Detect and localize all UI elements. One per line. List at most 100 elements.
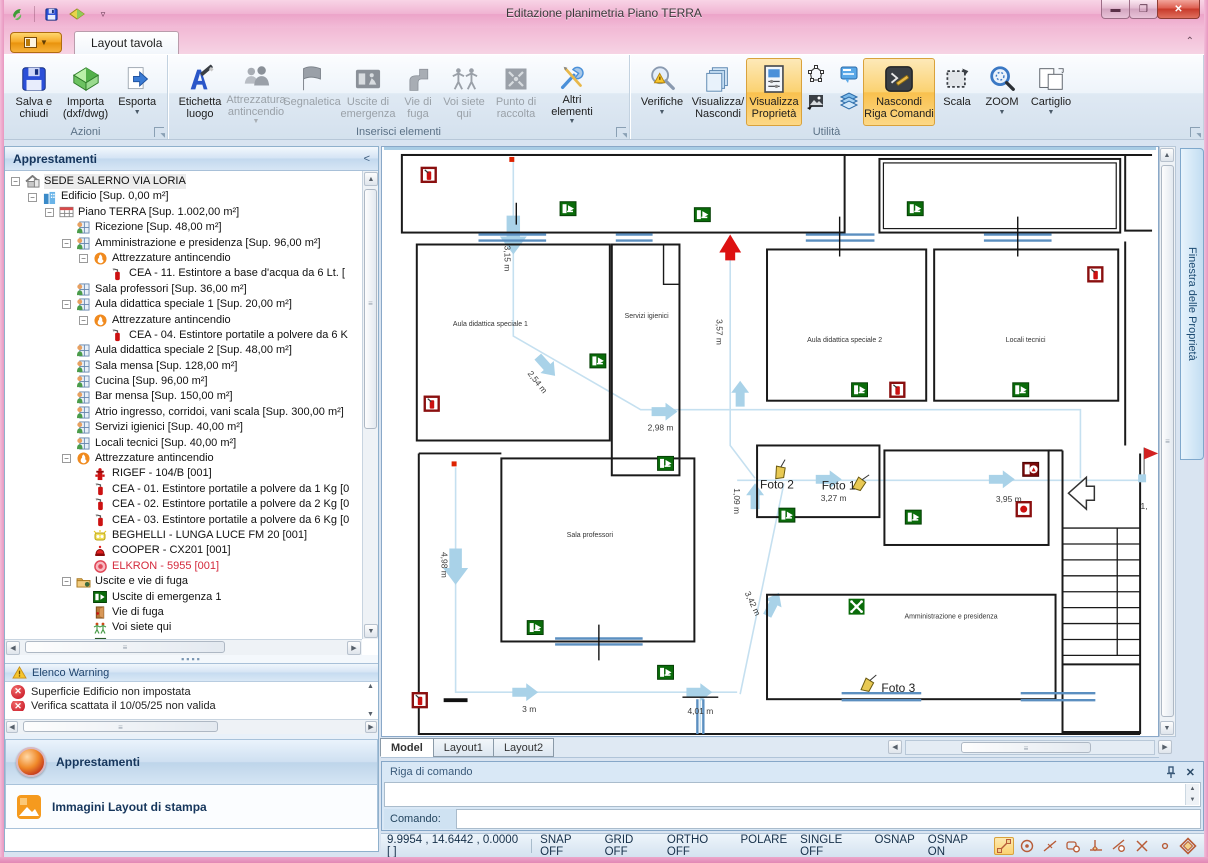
tree-item[interactable]: Voi siete qui <box>5 620 362 635</box>
scroll-up-icon[interactable]: ▲ <box>364 172 378 186</box>
tree-item[interactable]: RIGEF - 104/B [001] <box>5 466 362 481</box>
osnap-nearest-icon[interactable] <box>1040 837 1060 855</box>
tree-item[interactable]: Aula didattica speciale 2 [Sup. 48,00 m²… <box>5 343 362 358</box>
tree-item[interactable]: Locali tecnici [Sup. 40,00 m²] <box>5 436 362 451</box>
tree-item[interactable]: −Attrezzature antincendio <box>5 451 362 466</box>
scrollbar-thumb[interactable]: ≡ <box>23 721 218 732</box>
osnap-tangent-icon[interactable] <box>1109 837 1129 855</box>
scroll-left-icon[interactable]: ◀ <box>6 721 18 733</box>
dialog-launcher-icon[interactable] <box>154 127 164 137</box>
tab-layout-tavola[interactable]: Layout tavola <box>74 31 179 54</box>
nav-immagini-layout-button[interactable]: Immagini Layout di stampa <box>5 784 378 829</box>
warning-header[interactable]: Elenco Warning <box>5 663 378 682</box>
application-menu-button[interactable]: ▼ <box>10 32 62 53</box>
tree-item[interactable]: −Edificio [Sup. 0,00 m²] <box>5 189 362 204</box>
tree-item[interactable]: COOPER - CX201 [001] <box>5 543 362 558</box>
tree-item[interactable]: −Attrezzature antincendio <box>5 251 362 266</box>
properties-window-tab[interactable]: Finestra delle Proprietà <box>1180 148 1204 460</box>
scrollbar-thumb[interactable]: ≡ <box>961 742 1091 753</box>
tree-item[interactable]: −Attrezzature antincendio <box>5 313 362 328</box>
tree-expander[interactable]: − <box>79 316 88 325</box>
osnap-quadrant-icon[interactable] <box>1178 837 1198 855</box>
tree-expander[interactable]: − <box>62 239 71 248</box>
scroll-right-icon[interactable]: ▶ <box>1158 740 1172 754</box>
punto-di-raccolta-button[interactable]: Punto di raccolta <box>488 58 544 126</box>
cartiglio-button[interactable]: Cartiglio ▼ <box>1025 58 1077 126</box>
tree-item[interactable]: Servizi igienici [Sup. 40,00 m²] <box>5 420 362 435</box>
tree-item[interactable]: CEA - 03. Estintore portatile a polvere … <box>5 513 362 528</box>
tree-expander[interactable]: − <box>62 300 71 309</box>
toggle-osnap-on[interactable]: OSNAP ON <box>928 834 982 858</box>
uscite-emergenza-button[interactable]: Uscite di emergenza <box>340 58 396 126</box>
scroll-down-icon[interactable]: ▼ <box>364 624 378 638</box>
image-capture-button[interactable] <box>804 89 828 113</box>
drawing-canvas[interactable]: Aula didattica speciale 1Servizi igienic… <box>381 146 1159 737</box>
polygon-select-button[interactable] <box>804 62 828 86</box>
nav-apprestamenti-button[interactable]: Apprestamenti <box>5 739 378 784</box>
tab-model[interactable]: Model <box>380 738 434 757</box>
tree-item[interactable]: Sala professori [Sup. 36,00 m²] <box>5 282 362 297</box>
scroll-left-icon[interactable]: ◀ <box>888 740 902 754</box>
toggle-single-off[interactable]: SINGLE OFF <box>800 834 861 858</box>
tree-expander[interactable]: − <box>62 454 71 463</box>
scroll-up-icon[interactable]: ▲ <box>1160 148 1174 162</box>
scrollbar-thumb[interactable]: ≡ <box>25 641 225 653</box>
visualizza-nascondi-button[interactable]: Visualizza/ Nascondi <box>690 58 746 126</box>
salva-e-chiudi-button[interactable]: Salva e chiudi <box>8 58 60 126</box>
tab-layout1[interactable]: Layout1 <box>433 738 494 757</box>
tree-item[interactable]: Ricezione [Sup. 48,00 m²] <box>5 220 362 235</box>
tree-item[interactable]: Uscite di emergenza 1 <box>5 590 362 605</box>
segnaletica-button[interactable]: Segnaletica <box>284 58 340 126</box>
nascondi-riga-comandi-button[interactable]: Nascondi Riga Comandi <box>863 58 935 126</box>
tree-item[interactable]: −Aula didattica speciale 1 [Sup. 20,00 m… <box>5 297 362 312</box>
tree-item[interactable]: Atrio ingresso, corridoi, vani scala [Su… <box>5 405 362 420</box>
tree-item[interactable]: ELKRON - 5955 [001] <box>5 559 362 574</box>
tree-item[interactable]: Bar mensa [Sup. 150,00 m²] <box>5 389 362 404</box>
toggle-grid-off[interactable]: GRID OFF <box>605 834 654 858</box>
command-input[interactable] <box>456 809 1201 829</box>
tree-item[interactable]: CEA - 04. Estintore portatile a polvere … <box>5 328 362 343</box>
voi-siete-qui-button[interactable]: Voi siete qui <box>440 58 488 126</box>
osnap-intersection-icon[interactable] <box>1132 837 1152 855</box>
tree-item[interactable]: Vie di fuga <box>5 605 362 620</box>
warning-item[interactable]: ✕Verifica scattata il 10/05/25 non valid… <box>5 701 378 711</box>
esporta-button[interactable]: Esporta ▼ <box>111 58 163 126</box>
tree-item[interactable]: −SEDE SALERNO VIA LORIA <box>5 174 362 189</box>
importa-button[interactable]: Importa (dxf/dwg) <box>60 58 112 126</box>
toggle-ortho-off[interactable]: ORTHO OFF <box>667 834 728 858</box>
tree-item[interactable]: −Amministrazione e presidenza [Sup. 96,0… <box>5 236 362 251</box>
tree-expander[interactable]: − <box>28 193 37 202</box>
tab-layout2[interactable]: Layout2 <box>493 738 554 757</box>
tree-expander[interactable]: − <box>45 208 54 217</box>
attrezzatura-antincendio-button[interactable]: Attrezzatura antincendio ▼ <box>228 58 284 126</box>
tree-item[interactable]: −Piano TERRA [Sup. 1.002,00 m²] <box>5 205 362 220</box>
osnap-endpoint-icon[interactable] <box>994 837 1014 855</box>
close-button[interactable]: ✕ <box>1157 0 1200 19</box>
tree-expander[interactable]: − <box>62 577 71 586</box>
tree-expander[interactable]: − <box>79 254 88 263</box>
close-icon[interactable]: ✕ <box>1186 766 1195 779</box>
tree-vertical-scrollbar[interactable]: ▲ ≡ ▼ <box>362 171 378 639</box>
tree-item[interactable]: CEA - 02. Estintore portatile a polvere … <box>5 497 362 512</box>
warning-horizontal-scrollbar[interactable]: ◀ ≡ ▶ <box>5 719 378 734</box>
scala-button[interactable]: Scala <box>935 58 979 126</box>
tree-item[interactable]: CEA - 01. Estintore portatile a polvere … <box>5 482 362 497</box>
altri-elementi-button[interactable]: Altri elementi ▼ <box>544 58 600 126</box>
warning-item[interactable]: ✕Superficie Edificio non impostata <box>5 682 378 701</box>
minimize-button[interactable]: ▬ <box>1101 0 1130 19</box>
collapse-ribbon-icon[interactable]: ⌃ <box>1186 36 1194 47</box>
layer-stack-button[interactable] <box>837 89 861 113</box>
pin-icon[interactable] <box>1166 766 1176 779</box>
command-history-scrollbar[interactable]: ▲▼ <box>1185 784 1199 805</box>
scrollbar-thumb[interactable]: ≡ <box>364 189 377 429</box>
toggle-polare[interactable]: POLARE <box>740 834 787 858</box>
maximize-button[interactable]: ❐ <box>1129 0 1158 19</box>
zoom-button[interactable]: ZOOM ▼ <box>979 58 1025 126</box>
tree-item[interactable]: BEGHELLI - LUNGA LUCE FM 20 [001] <box>5 528 362 543</box>
collapse-panel-icon[interactable]: < <box>364 153 370 165</box>
dialog-launcher-icon[interactable] <box>1190 127 1200 137</box>
tree-horizontal-scrollbar[interactable]: ◀ ≡ ▶ <box>5 639 362 655</box>
etichetta-luogo-button[interactable]: Etichetta luogo <box>172 58 228 126</box>
osnap-perpendicular-icon[interactable] <box>1086 837 1106 855</box>
osnap-center-icon[interactable] <box>1017 837 1037 855</box>
